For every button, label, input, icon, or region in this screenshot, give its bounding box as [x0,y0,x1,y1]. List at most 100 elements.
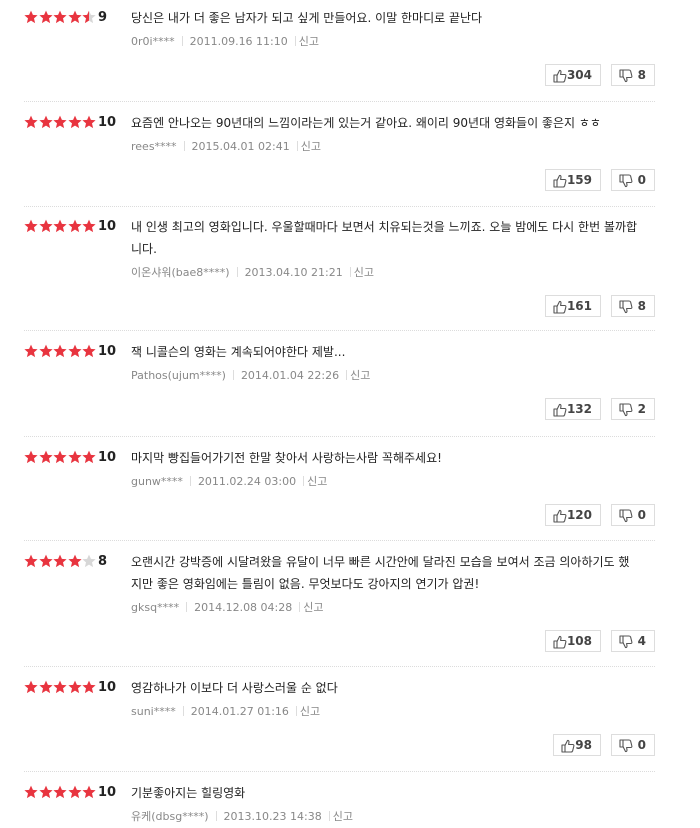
report-link[interactable]: 신고 [354,266,374,279]
dislike-button[interactable]: 8 [611,64,655,86]
star-icon [24,450,38,464]
star-icon [53,344,67,358]
author-name[interactable]: gunw**** [131,475,183,488]
thumb-down-icon [619,300,633,314]
author-name[interactable]: gksq**** [131,601,179,614]
like-button[interactable]: 161 [545,295,601,317]
separator [186,602,188,612]
thumb-down-icon [619,403,633,417]
star-icon [38,344,53,358]
dislike-count: 2 [637,402,646,416]
like-count: 132 [566,402,592,416]
star-icon [67,115,82,129]
separator [183,141,185,151]
dislike-button[interactable]: 0 [611,169,655,191]
star-icon [67,450,82,464]
star-icon [53,219,67,233]
like-button[interactable]: 132 [545,398,601,420]
like-button[interactable]: 159 [545,169,601,191]
star-icon [24,115,38,129]
star-icon [38,785,53,799]
divider [24,206,655,207]
separator [296,141,298,151]
separator [299,602,301,612]
review-date: 2011.02.24 03:00 [197,475,297,488]
review-meta: Pathos(ujum****) 2014.01.04 22:26 신고 [131,369,370,383]
separator [189,476,191,486]
separator [349,267,351,277]
star-icon [82,450,96,464]
like-count: 98 [575,738,592,752]
star-icon [67,680,82,694]
separator [215,811,217,821]
report-link[interactable]: 신고 [307,475,327,488]
thumb-down-icon [619,739,633,753]
score-value: 10 [98,450,117,465]
review-meta: gksq**** 2014.12.08 04:28 신고 [131,601,324,615]
dislike-count: 8 [637,68,646,82]
star-icon [53,554,67,568]
star-icon [82,115,96,129]
report-link[interactable]: 신고 [333,810,353,823]
dislike-button[interactable]: 0 [611,504,655,526]
rating: 10 [24,679,124,699]
author-name[interactable]: 유케(dbsg****) [131,810,209,823]
score-value: 9 [98,10,108,25]
separator [295,706,297,716]
like-button[interactable]: 304 [545,64,601,86]
divider [24,666,655,667]
report-link[interactable]: 신고 [301,140,321,153]
dislike-button[interactable]: 8 [611,295,655,317]
divider [24,330,655,331]
report-link[interactable]: 신고 [303,601,323,614]
author-name[interactable]: 이온샤워(bae8****) [131,266,230,279]
star-icon [53,10,67,24]
report-link[interactable]: 신고 [350,369,370,382]
review-date: 2013.10.23 14:38 [223,810,322,823]
author-name[interactable]: Pathos(ujum****) [131,369,226,382]
author-name[interactable]: suni**** [131,705,176,718]
review-date: 2015.04.01 02:41 [191,140,290,153]
report-link[interactable]: 신고 [300,705,320,718]
review-text: 잭 니콜슨의 영화는 계속되어야한다 제발... [131,345,346,359]
dislike-button[interactable]: 2 [611,398,655,420]
author-name[interactable]: rees**** [131,140,177,153]
review-meta: rees**** 2015.04.01 02:41 신고 [131,140,321,154]
star-icon [67,554,82,568]
like-button[interactable]: 98 [553,734,601,756]
star-icon [24,680,38,694]
dislike-button[interactable]: 0 [611,734,655,756]
thumb-up-icon [553,403,567,417]
review-meta: suni**** 2014.01.27 01:16 신고 [131,705,320,719]
score-value: 8 [98,554,108,569]
review-text: 기분좋아지는 힐링영화 [131,786,246,800]
like-button[interactable]: 120 [545,504,601,526]
report-link[interactable]: 신고 [299,35,319,48]
thumb-up-icon [553,635,567,649]
separator [303,476,305,486]
review-meta: 이온샤워(bae8****) 2013.04.10 21:21 신고 [131,266,374,280]
review-meta: gunw**** 2011.02.24 03:00 신고 [131,475,327,489]
dislike-count: 0 [637,173,646,187]
rating: 9 [24,9,124,29]
rating: 10 [24,343,124,363]
rating: 10 [24,114,124,134]
star-icon [53,115,67,129]
rating: 10 [24,784,124,804]
score-value: 10 [98,785,117,800]
author-name[interactable]: 0r0i**** [131,35,175,48]
star-icon [82,219,96,233]
thumb-down-icon [619,635,633,649]
dislike-button[interactable]: 4 [611,630,655,652]
star-icon [24,219,38,233]
star-icon [67,219,82,233]
star-icon [24,10,38,24]
dislike-count: 8 [637,299,646,313]
like-button[interactable]: 108 [545,630,601,652]
divider [24,540,655,541]
rating: 8 [24,553,124,573]
review-meta: 유케(dbsg****) 2013.10.23 14:38 신고 [131,810,353,824]
like-count: 304 [566,68,592,82]
like-count: 120 [566,508,592,522]
star-icon [38,219,53,233]
